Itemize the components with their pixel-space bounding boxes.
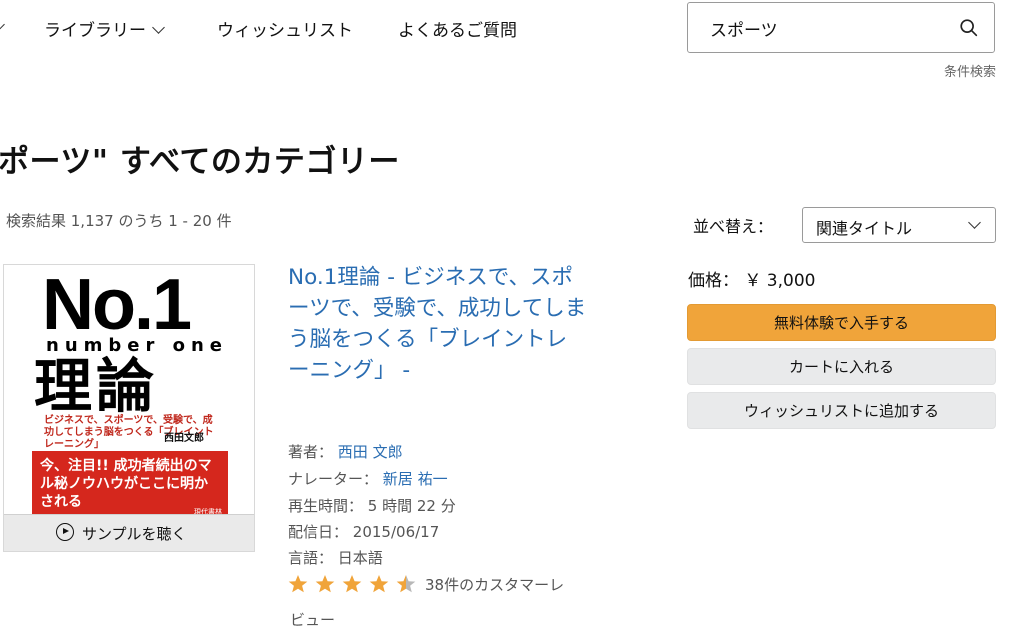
result-count: 検索結果 1,137 のうち 1 - 20 件	[6, 212, 232, 230]
nav-wishlist[interactable]: ウィッシュリスト	[217, 16, 353, 41]
advanced-search-link[interactable]: 条件検索	[944, 61, 996, 80]
narrator-row: ナレーター： 新居 祐一	[288, 468, 448, 489]
search-value[interactable]: スポーツ	[710, 16, 778, 41]
search-input[interactable]: スポーツ	[687, 2, 995, 53]
nav-faq[interactable]: よくあるご質問	[398, 16, 517, 41]
nav-faq-label: よくあるご質問	[398, 21, 517, 41]
star-icon	[315, 575, 335, 593]
add-to-wishlist-button[interactable]: ウィッシュリストに追加する	[687, 392, 996, 429]
author-label: 著者：	[288, 443, 334, 461]
language-value: 日本語	[337, 549, 383, 567]
length-label: 再生時間：	[288, 497, 364, 515]
length-value: 5 時間 22 分	[367, 497, 456, 515]
free-trial-button[interactable]: 無料体験で入手する	[687, 304, 996, 341]
review-count-link[interactable]: 38件のカスタマーレ	[425, 574, 564, 595]
search-icon[interactable]	[958, 17, 980, 39]
sample-button[interactable]: サンプルを聴く	[4, 514, 254, 551]
chevron-down-icon	[152, 21, 165, 34]
narrator-link[interactable]: 新居 祐一	[383, 470, 448, 488]
star-icon	[342, 575, 362, 593]
language-label: 言語：	[288, 549, 334, 567]
nav-library-label: ライブラリー	[44, 21, 146, 41]
cover-title-no1: No.1	[42, 265, 192, 345]
star-icon	[396, 575, 416, 593]
star-icon	[369, 575, 389, 593]
add-to-cart-button-label: カートに入れる	[788, 358, 894, 376]
sort-select[interactable]: 関連タイトル	[802, 207, 996, 243]
cover-banner: 今、注目!! 成功者続出のマル秘ノウハウがここに明かされる 現代書林	[32, 451, 228, 521]
cover-title-riron: 理論	[34, 352, 159, 420]
release-value: 2015/06/17	[352, 523, 440, 541]
free-trial-button-label: 無料体験で入手する	[773, 314, 909, 332]
sort-selected-value: 関連タイトル	[816, 219, 913, 238]
nav-library[interactable]: ライブラリー	[44, 16, 165, 41]
release-label: 配信日：	[288, 523, 349, 541]
sample-label: サンプルを聴く	[82, 525, 187, 543]
sort-label: 並べ替え：	[693, 217, 774, 236]
play-icon	[56, 523, 74, 541]
nav-wishlist-label: ウィッシュリスト	[217, 21, 353, 41]
author-link[interactable]: 西田 文郎	[338, 443, 403, 461]
cover-banner-text: 今、注目!! 成功者続出のマル秘ノウハウがここに明かされる	[40, 458, 212, 510]
release-row: 配信日： 2015/06/17	[288, 521, 439, 542]
page-title: ポーツ" すべてのカテゴリー	[0, 144, 400, 180]
price: 価格： ￥ 3,000	[688, 271, 816, 291]
cover-author: 西田文郎	[164, 433, 204, 444]
add-to-wishlist-button-label: ウィッシュリストに追加する	[743, 402, 939, 420]
product-cover-image[interactable]: No.1 number one 理論 ビジネスで、スポーツで、受験で、成功してし…	[3, 264, 255, 552]
length-row: 再生時間： 5 時間 22 分	[288, 495, 456, 516]
chevron-down-icon	[968, 216, 981, 229]
language-row: 言語： 日本語	[288, 547, 383, 568]
review-count-link-cont[interactable]: ビュー	[290, 609, 335, 630]
product-title-link[interactable]: No.1理論 - ビジネスで、スポーツで、受験で、成功してしまう脳をつくる「ブレ…	[288, 262, 588, 386]
add-to-cart-button[interactable]: カートに入れる	[687, 348, 996, 385]
star-icon	[288, 575, 308, 593]
chevron-down-icon[interactable]	[0, 18, 5, 31]
narrator-label: ナレーター：	[288, 470, 379, 488]
author-row: 著者： 西田 文郎	[288, 441, 403, 462]
